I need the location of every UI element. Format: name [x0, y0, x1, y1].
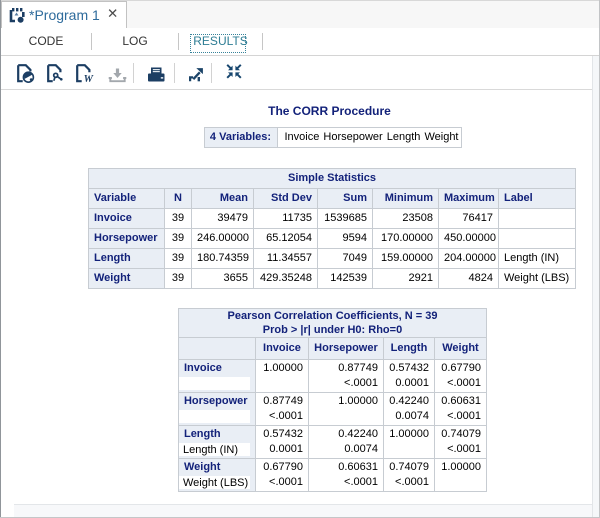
svg-text:W: W — [84, 74, 94, 84]
